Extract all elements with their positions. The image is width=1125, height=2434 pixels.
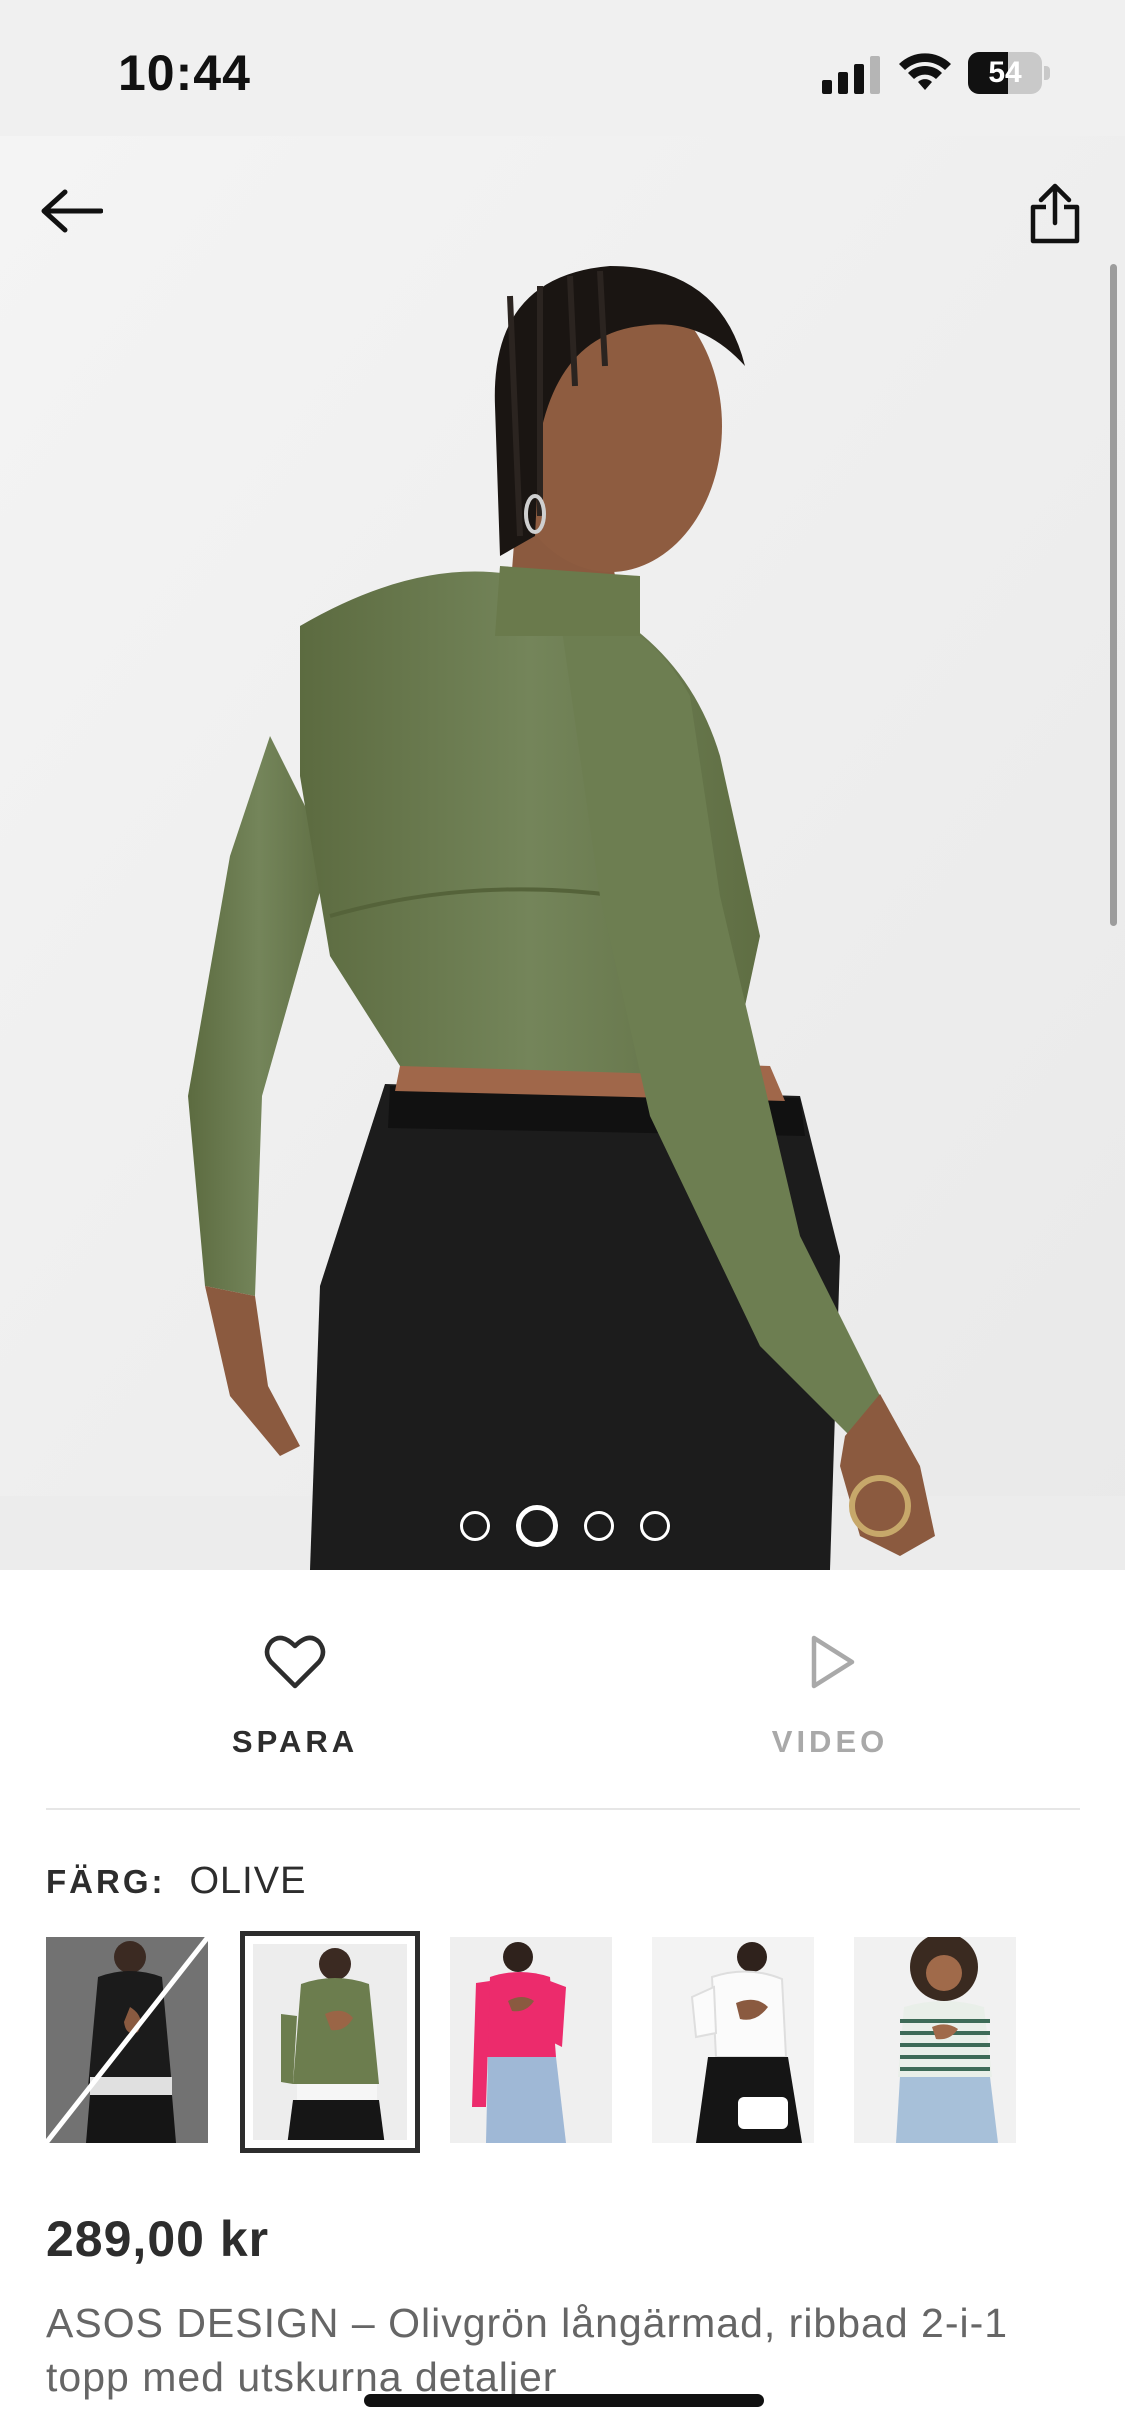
battery-level: 54: [988, 56, 1022, 89]
save-label: SPARA: [231, 1724, 359, 1759]
back-button[interactable]: [36, 176, 106, 246]
swatch-white[interactable]: [652, 1937, 814, 2143]
share-icon: [1030, 183, 1080, 244]
divider: [46, 1808, 1080, 1810]
color-value: OLIVE: [189, 1860, 307, 1902]
video-label: VIDEO: [771, 1724, 889, 1759]
swatch-pink-image: [450, 1937, 612, 2143]
battery-icon: 54: [968, 52, 1050, 94]
scroll-indicator: [1110, 264, 1117, 926]
status-bar: 10:44 54: [0, 0, 1125, 136]
gallery-dot[interactable]: [584, 1511, 614, 1541]
swatch-white-image: [652, 1937, 814, 2143]
heart-outline-icon: [264, 1635, 326, 1689]
swatch-green-stripe-image: [854, 1937, 1016, 2143]
product-photo: [0, 136, 1125, 1570]
wifi-icon: [899, 53, 951, 90]
product-title: ASOS DESIGN – Olivgrön långärmad, ribbad…: [46, 2300, 1009, 2400]
play-icon: [811, 1635, 855, 1689]
product-price: 289,00 kr: [46, 2211, 270, 2267]
color-key: FÄRG:: [46, 1863, 166, 1900]
cellular-signal-icon: [822, 56, 880, 94]
color-swatches: [46, 1931, 1080, 2153]
share-button[interactable]: [1020, 176, 1090, 252]
gallery-dot[interactable]: [460, 1511, 490, 1541]
status-time: 10:44: [118, 45, 251, 101]
swatch-black[interactable]: [46, 1937, 208, 2143]
gallery-pagination[interactable]: [460, 1504, 670, 1548]
color-selection-label: FÄRG: OLIVE: [46, 1860, 306, 1904]
product-actions: SPARA VIDEO: [0, 1570, 1125, 1810]
product-image-gallery[interactable]: 431: [0, 136, 1125, 1570]
swatch-olive-image: [253, 1944, 407, 2140]
home-indicator[interactable]: [364, 2394, 764, 2407]
swatch-pink[interactable]: [450, 1937, 612, 2143]
swatch-green-stripe[interactable]: [854, 1937, 1016, 2143]
gallery-dot[interactable]: [516, 1505, 558, 1547]
swatch-black-image: [46, 1937, 208, 2143]
video-button[interactable]: VIDEO: [670, 1630, 990, 1780]
gallery-dot[interactable]: [640, 1511, 670, 1541]
arrow-left-icon: [41, 189, 103, 233]
swatch-olive[interactable]: [240, 1931, 420, 2153]
save-button[interactable]: SPARA: [135, 1630, 455, 1780]
